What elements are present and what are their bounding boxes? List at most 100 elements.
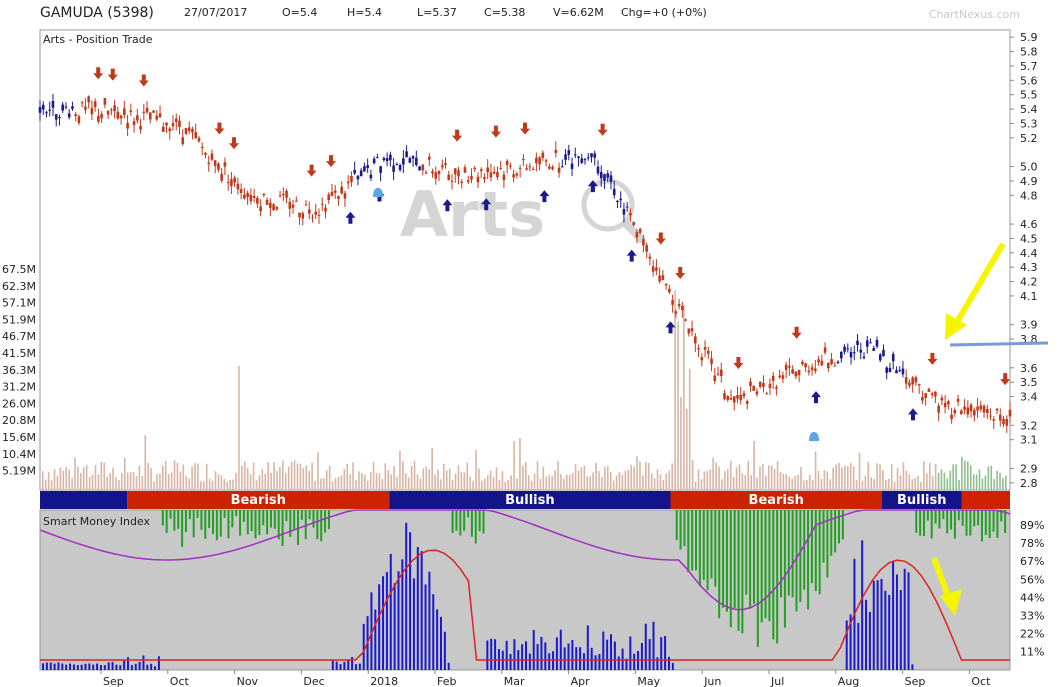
- volume-bar: [422, 468, 425, 490]
- candle-body: [311, 217, 314, 219]
- volume-bar: [173, 460, 176, 490]
- volume-bar: [606, 465, 609, 490]
- candle-body: [661, 275, 665, 281]
- smi-bar: [509, 653, 512, 670]
- smi-bar: [830, 510, 833, 556]
- candle-body: [960, 410, 963, 415]
- volume-bar: [325, 470, 328, 490]
- candle-body: [181, 137, 185, 144]
- smi-bar: [84, 663, 87, 670]
- candle-body: [807, 370, 811, 373]
- candle-body: [664, 283, 668, 286]
- smi-bar: [227, 510, 230, 539]
- volume-bar: [838, 462, 840, 490]
- volume-bar: [126, 472, 129, 490]
- candle-body: [463, 167, 467, 173]
- smi-bar: [119, 665, 122, 670]
- smi-bar: [667, 656, 670, 670]
- volume-bar: [721, 479, 723, 490]
- smi-tick-label: 89%: [1020, 519, 1044, 532]
- candle-body: [340, 186, 344, 194]
- candle-body: [632, 221, 635, 226]
- smi-bar: [772, 510, 775, 640]
- candle-body: [723, 393, 726, 399]
- volume-bar: [270, 472, 272, 490]
- candle-body: [992, 419, 996, 421]
- smi-bar: [196, 510, 199, 518]
- candle-body: [820, 360, 824, 366]
- candle-body: [580, 158, 584, 163]
- candle-body: [956, 398, 960, 402]
- volume-bar: [191, 466, 193, 490]
- candle-body: [145, 107, 149, 113]
- smi-tick-label: 22%: [1020, 628, 1044, 641]
- volume-bar: [911, 479, 913, 490]
- smi-bar: [358, 663, 361, 670]
- smi-bar: [652, 621, 655, 670]
- candle-body: [103, 97, 107, 105]
- volume-bar: [484, 478, 486, 490]
- volume-bar: [200, 481, 202, 490]
- smi-bar: [834, 510, 837, 553]
- candle-body: [882, 349, 885, 357]
- smi-bar: [409, 532, 412, 670]
- candle-body: [337, 195, 340, 199]
- candle-body: [982, 405, 986, 413]
- volume-tick-label: 10.4M: [2, 448, 36, 461]
- candle-body: [934, 391, 937, 397]
- smi-bar: [868, 612, 871, 670]
- x-tick-label: 2018: [370, 675, 398, 687]
- volume-bar: [103, 462, 106, 490]
- volume-bar: [879, 464, 881, 490]
- volume-bar: [451, 480, 454, 490]
- smi-bar: [443, 631, 446, 670]
- smi-bar: [528, 653, 531, 670]
- volume-bar: [56, 475, 59, 490]
- candle-body: [736, 395, 739, 399]
- volume-bar: [876, 463, 878, 490]
- candle-body: [152, 110, 155, 113]
- volume-bar: [803, 480, 805, 490]
- volume-bar: [975, 474, 978, 490]
- candle-body: [320, 203, 324, 205]
- volume-bar: [162, 465, 164, 490]
- smi-bar: [92, 664, 95, 670]
- volume-bar: [563, 478, 565, 490]
- volume-bar: [419, 478, 422, 490]
- volume-bar: [615, 475, 618, 490]
- volume-bar: [463, 472, 466, 490]
- smi-bar: [239, 510, 242, 536]
- candle-body: [265, 199, 269, 205]
- volume-tick-label: 5.19M: [2, 465, 36, 478]
- candle-body: [937, 405, 940, 413]
- candle-body: [846, 348, 850, 350]
- volume-bar: [164, 460, 167, 490]
- candle-body: [638, 228, 642, 233]
- volume-bar: [767, 465, 770, 490]
- volume-bar: [252, 462, 255, 490]
- candle-body: [797, 369, 801, 376]
- smi-bar: [752, 510, 755, 604]
- candle-body: [732, 396, 736, 403]
- smi-bar: [644, 623, 647, 670]
- smi-bar: [192, 510, 195, 538]
- candle-body: [178, 120, 181, 128]
- volume-bar: [194, 462, 196, 490]
- candle-body: [888, 368, 892, 372]
- volume-bar: [82, 467, 85, 490]
- smi-bar: [648, 638, 651, 670]
- candle-body: [356, 175, 360, 180]
- candle-body: [142, 111, 146, 113]
- candle-body: [843, 346, 846, 352]
- volume-bar: [428, 469, 430, 490]
- smi-bar: [934, 510, 937, 524]
- smi-bar: [397, 571, 400, 670]
- candle-body: [210, 153, 214, 160]
- candle-body: [408, 158, 412, 163]
- candle-body: [382, 158, 386, 161]
- smi-bar: [169, 510, 172, 519]
- smi-bar: [579, 647, 582, 670]
- volume-bar: [917, 476, 919, 490]
- smi-bar: [706, 510, 709, 591]
- smi-bar: [996, 510, 999, 538]
